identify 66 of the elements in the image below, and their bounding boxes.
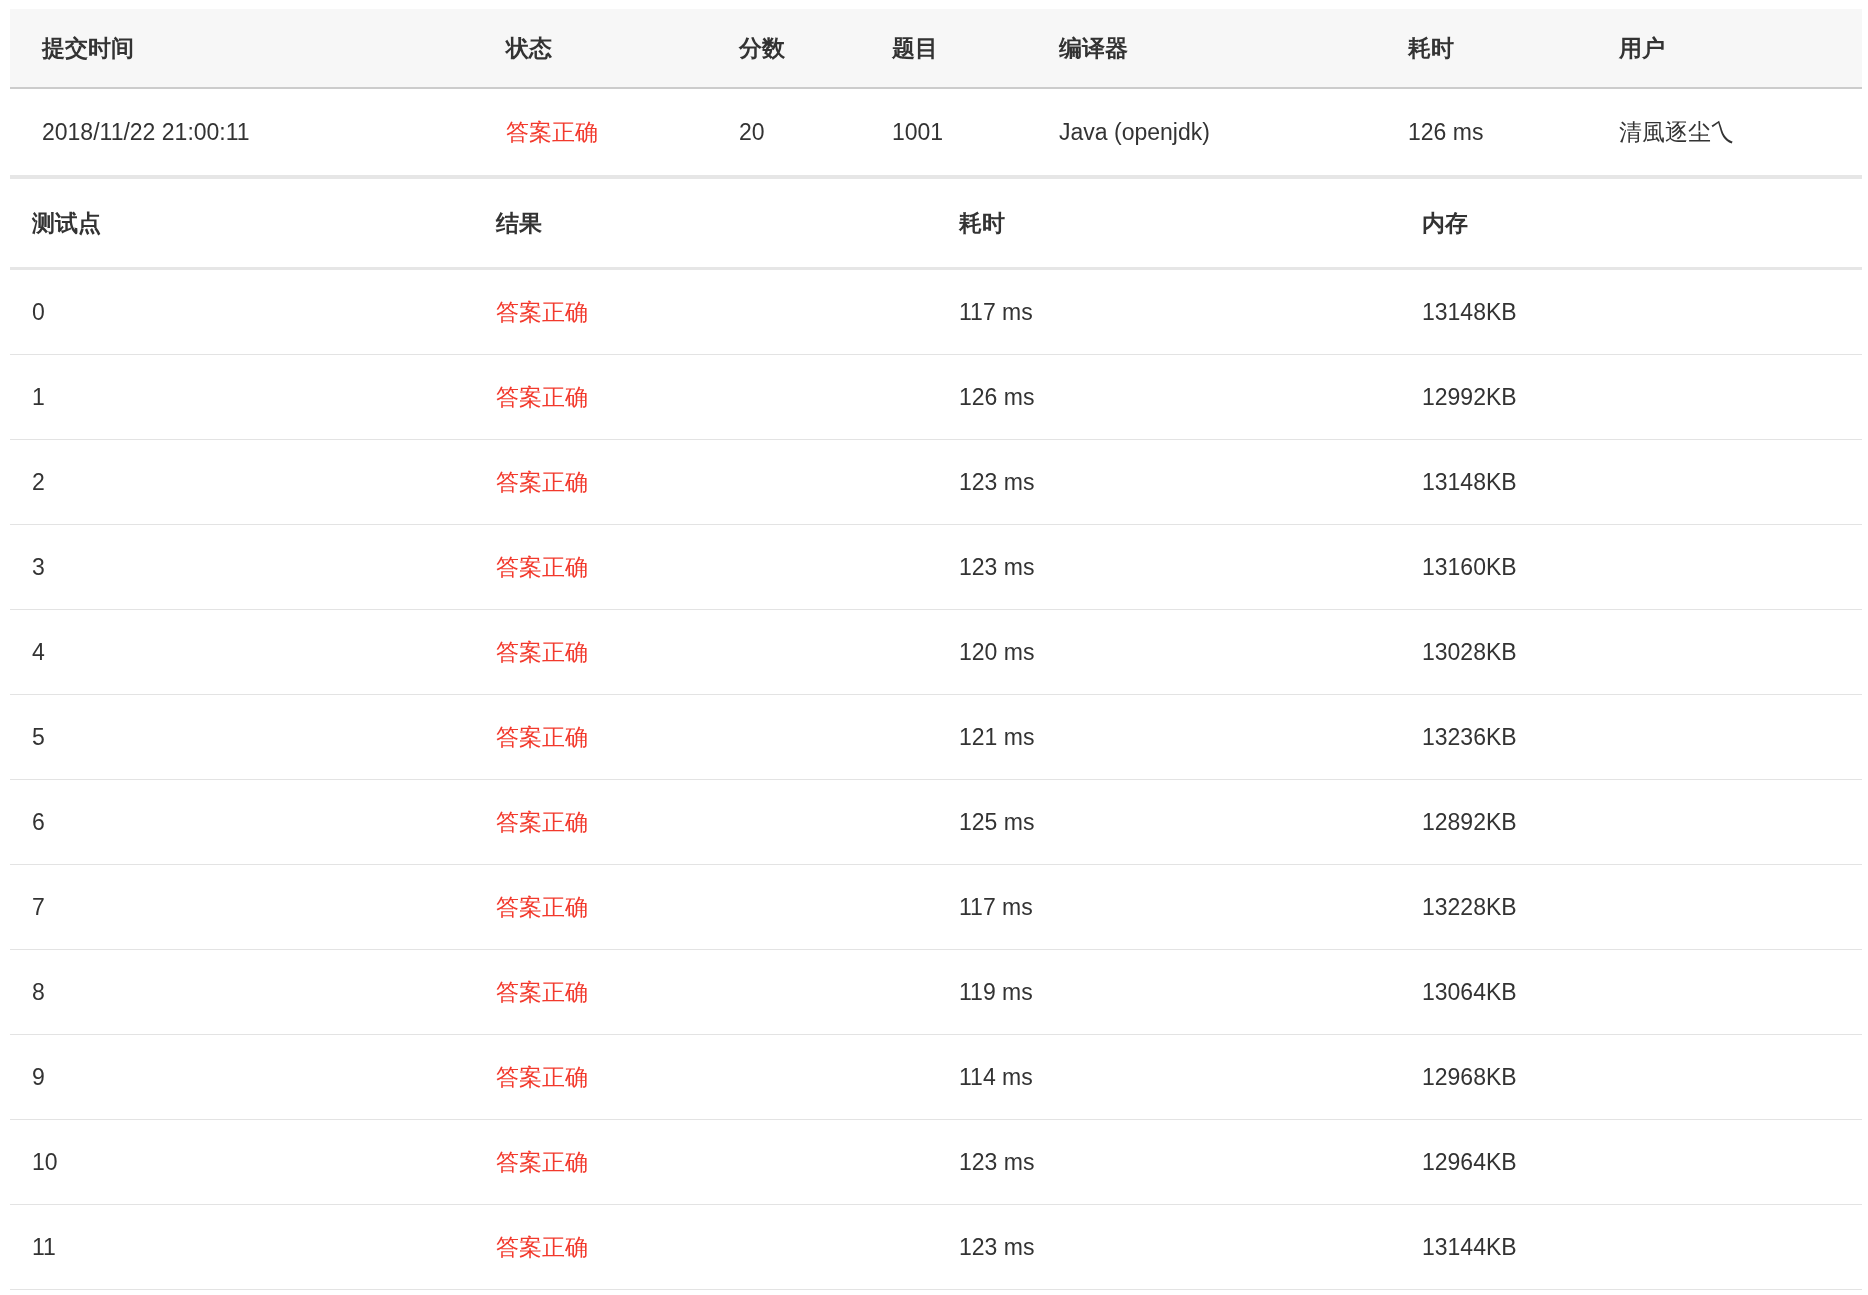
table-cell-text: 8: [31, 978, 46, 1006]
table-cell-text: 答案正确: [495, 1147, 589, 1177]
column-header: 耗时: [958, 208, 1006, 238]
table-cell-text: 答案正确: [505, 117, 599, 147]
column-header: 编译器: [1058, 33, 1129, 63]
table-cell-text: 9: [31, 1063, 46, 1091]
table-cell-text: 答案正确: [495, 552, 589, 582]
column-header: 题目: [891, 33, 939, 63]
table-cell-text: 7: [31, 893, 46, 921]
table-cell-text: 答案正确: [495, 722, 589, 752]
table-cell-text: 答案正确: [495, 807, 589, 837]
table-cell-text: 12968KB: [1421, 1063, 1518, 1091]
table-cell-text: 126 ms: [1407, 118, 1485, 146]
table-cell-text: 答案正确: [495, 467, 589, 497]
table-cell-text: 3: [31, 553, 46, 581]
column-header: 测试点: [31, 208, 102, 238]
table-cell-text: 答案正确: [495, 1232, 589, 1262]
table-cell-text: 13160KB: [1421, 553, 1518, 581]
column-header: 分数: [737, 33, 786, 63]
table-cell-text: 答案正确: [495, 637, 589, 667]
table-cell-text: 13064KB: [1421, 978, 1518, 1006]
table-cell-text: 13144KB: [1421, 1233, 1518, 1261]
table-cell-text: 6: [31, 808, 46, 836]
table-cell-text: 114 ms: [958, 1063, 1034, 1091]
table-cell-text: 126 ms: [958, 383, 1036, 411]
table-cell-text: 1: [31, 383, 46, 411]
table-cell-text: 117 ms: [958, 893, 1034, 921]
table-cell-text: 123 ms: [958, 553, 1036, 581]
table-cell-text: 13148KB: [1421, 298, 1518, 326]
column-header: 提交时间: [40, 33, 135, 63]
table-cell-text: 13028KB: [1421, 638, 1518, 666]
table-cell-text: 答案正确: [495, 1062, 589, 1092]
column-header: 内存: [1421, 208, 1469, 238]
table-cell-text: 20: [738, 118, 766, 146]
table-cell-text: 2018/11/22 21:00:11: [41, 118, 251, 146]
table-cell-text: 答案正确: [495, 977, 589, 1007]
table-cell-text: 1001: [891, 118, 945, 146]
column-header: 用户: [1618, 33, 1666, 63]
table-cell-text: 120 ms: [958, 638, 1036, 666]
table-cell-text: 答案正确: [495, 297, 589, 327]
table-cell-text: 4: [31, 638, 46, 666]
table-cell-text: 119 ms: [958, 978, 1034, 1006]
table-cell-text: 13148KB: [1421, 468, 1518, 496]
table-cell-text: 123 ms: [958, 1148, 1036, 1176]
table-cell-text: Java (openjdk): [1058, 118, 1211, 146]
table-cell-text: 答案正确: [495, 382, 589, 412]
table-cell-text: 答案正确: [495, 892, 589, 922]
table-cell-text: 117 ms: [958, 298, 1034, 326]
table-cell-text: 10: [31, 1148, 59, 1176]
table-cell-text: 2: [31, 468, 46, 496]
table-cell-text: 12992KB: [1421, 383, 1518, 411]
table-cell-text: 121 ms: [958, 723, 1036, 751]
table-cell-text: 0: [31, 298, 46, 326]
column-header: 状态: [504, 33, 553, 63]
table-cell-text: 12964KB: [1421, 1148, 1518, 1176]
table-cell-text: 13228KB: [1421, 893, 1518, 921]
table-cell-text: 123 ms: [958, 468, 1036, 496]
column-header: 耗时: [1407, 33, 1455, 63]
table-cell-text: 清風逐尘乀: [1618, 117, 1735, 147]
column-header: 结果: [495, 208, 543, 238]
table-cell-text: 12892KB: [1421, 808, 1518, 836]
table-cell-text: 11: [31, 1233, 57, 1261]
table-cell-text: 13236KB: [1421, 723, 1518, 751]
table-cell-text: 5: [31, 723, 46, 751]
table-cell-text: 125 ms: [958, 808, 1036, 836]
table-cell-text: 123 ms: [958, 1233, 1036, 1261]
